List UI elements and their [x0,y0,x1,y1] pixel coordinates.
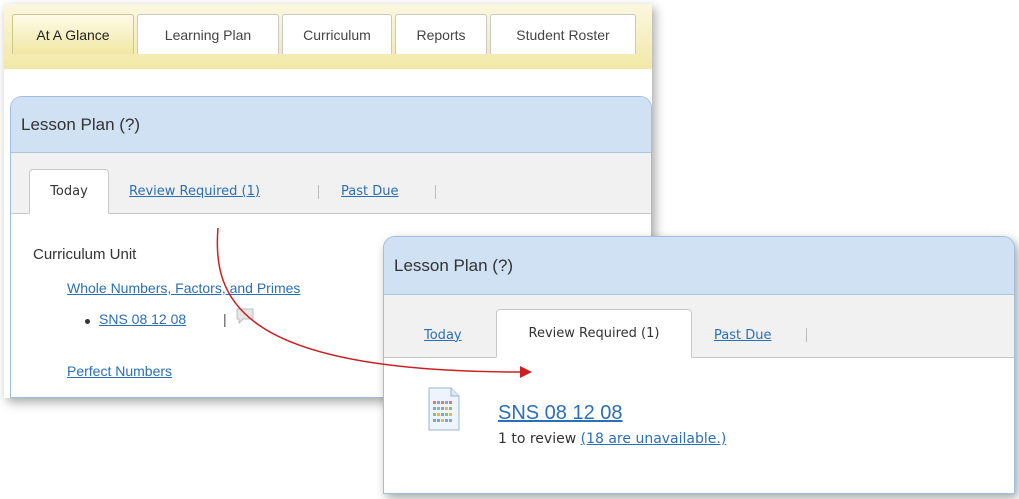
document-icon [428,387,460,431]
tab-separator [435,185,436,199]
tab-review-required[interactable]: Review Required (1) [129,169,260,213]
tab-label: Student Roster [516,26,610,43]
panel-title: Lesson Plan (?) [384,237,1014,295]
tab-label: Reports [416,26,466,43]
speech-bubble-icon[interactable] [235,307,255,328]
tab-separator [318,185,319,199]
document-title-link[interactable]: SNS 08 12 08 [498,402,623,425]
tab-separator [806,328,807,342]
tab-past-due[interactable]: Past Due [714,313,771,357]
top-navigation: At A Glance Learning Plan Curriculum Rep… [4,4,652,69]
tab-review-required[interactable]: Review Required (1) [496,309,692,358]
review-status: 1 to review (18 are unavailable.) [498,431,726,447]
lesson-tabs: Today Review Required (1) Past Due [384,295,1014,358]
front-window: Lesson Plan (?) Today Review Required (1… [383,236,1015,494]
unavailable-link[interactable]: (18 are unavailable.) [581,431,727,447]
list-bullet [85,319,90,324]
tab-learning-plan[interactable]: Learning Plan [137,14,279,54]
tab-student-roster[interactable]: Student Roster [490,14,636,54]
tab-label: At A Glance [36,26,110,43]
tab-today[interactable]: Today [29,169,109,214]
review-count: 1 to review [498,431,577,447]
lesson-tabs: Today Review Required (1) Past Due [11,153,651,214]
tab-label-link[interactable]: Past Due [341,184,398,199]
tab-label: Learning Plan [164,26,252,43]
lesson-link[interactable]: SNS 08 12 08 [99,311,186,327]
tab-label-link[interactable]: Today [424,328,462,343]
tab-label-link[interactable]: Review Required (1) [129,184,260,199]
curriculum-unit-label: Curriculum Unit [33,246,137,263]
tab-label: Review Required (1) [528,326,660,341]
tab-reports[interactable]: Reports [395,14,487,54]
tab-curriculum[interactable]: Curriculum [282,14,392,54]
tab-label: Today [50,184,88,199]
panel-title: Lesson Plan (?) [11,97,651,153]
tab-label: Curriculum [303,26,371,43]
tab-today[interactable]: Today [424,313,462,357]
unit-link-2[interactable]: Perfect Numbers [67,363,172,379]
tab-past-due[interactable]: Past Due [341,169,398,213]
tab-at-a-glance[interactable]: At A Glance [12,14,134,54]
item-separator: | [223,311,227,327]
tab-label-link[interactable]: Past Due [714,328,771,343]
unit-link[interactable]: Whole Numbers, Factors, and Primes [67,280,300,296]
